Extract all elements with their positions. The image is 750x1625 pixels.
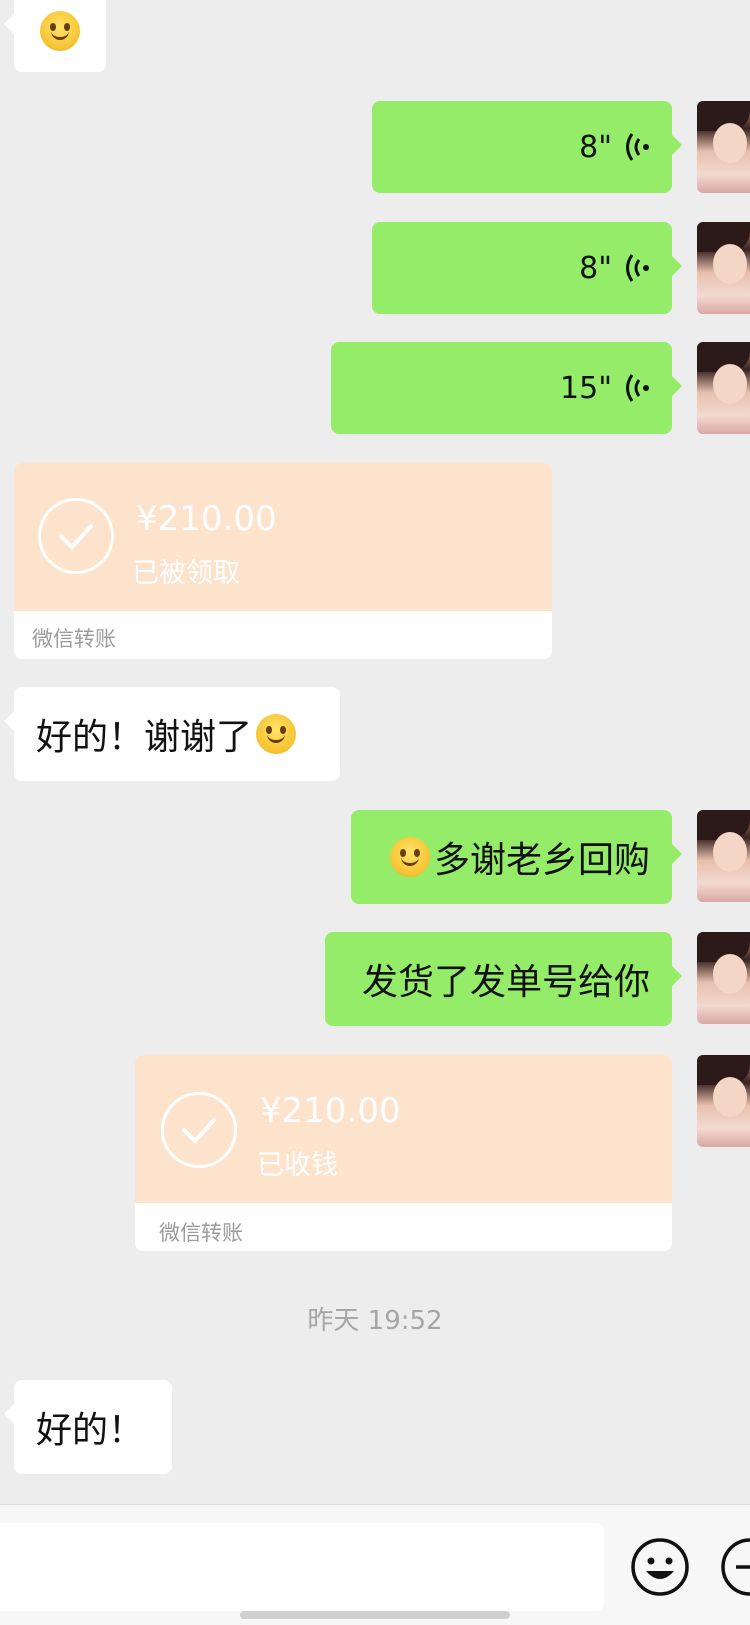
voice-duration: 8" [579, 250, 612, 286]
message-text: 好的！ [36, 1410, 145, 1451]
voice-message-bubble[interactable]: 8" [372, 101, 682, 193]
transfer-amount: ¥210.00 [260, 1091, 401, 1131]
incoming-text-bubble[interactable]: 好的！谢谢了 [4, 687, 340, 781]
message-text: 好的！谢谢了 [36, 717, 253, 758]
timestamp: 昨天 19:52 [307, 1306, 443, 1336]
plus-circle-icon [721, 1538, 750, 1596]
voice-duration: 15" [560, 370, 612, 406]
avatar[interactable] [697, 1055, 750, 1147]
incoming-emoji-bubble[interactable] [4, 0, 106, 72]
message-text: 多谢老乡回购 [433, 840, 650, 881]
input-bar [0, 1504, 750, 1625]
voice-wave-icon [626, 254, 649, 282]
transfer-card-received[interactable]: ¥210.00 已被领取 微信转账 [14, 463, 552, 659]
voice-message-bubble[interactable]: 15" [331, 342, 682, 434]
emoji-button[interactable] [630, 1537, 690, 1597]
home-indicator [240, 1611, 510, 1619]
avatar[interactable] [697, 810, 750, 902]
transfer-amount: ¥210.00 [136, 499, 277, 539]
check-circle-icon [38, 498, 114, 574]
add-button[interactable] [720, 1537, 750, 1597]
smile-emoji-icon [631, 1538, 689, 1596]
avatar[interactable] [697, 101, 750, 193]
avatar[interactable] [697, 342, 750, 434]
outgoing-text-bubble[interactable]: 多谢老乡回购 [351, 810, 682, 904]
transfer-status: 已被领取 [132, 558, 240, 589]
outgoing-text-bubble[interactable]: 发货了发单号给你 [325, 932, 682, 1026]
voice-duration: 8" [579, 129, 612, 165]
voice-wave-icon [626, 133, 649, 161]
transfer-status: 已收钱 [257, 1150, 338, 1181]
voice-message-bubble[interactable]: 8" [372, 222, 682, 314]
smile-emoji-icon [389, 837, 430, 877]
check-circle-icon [161, 1092, 237, 1168]
transfer-label: 微信转账 [159, 1221, 243, 1245]
avatar[interactable] [697, 932, 750, 1024]
transfer-label: 微信转账 [32, 627, 116, 651]
smile-emoji-icon [256, 714, 297, 754]
avatar[interactable] [697, 222, 750, 314]
message-text: 发货了发单号给你 [361, 962, 650, 1003]
transfer-card-sent[interactable]: ¥210.00 已收钱 微信转账 [135, 1055, 672, 1251]
message-input[interactable] [0, 1523, 604, 1611]
voice-wave-icon [626, 374, 649, 402]
smile-emoji-icon [40, 11, 80, 51]
incoming-text-bubble[interactable]: 好的！ [4, 1380, 172, 1474]
